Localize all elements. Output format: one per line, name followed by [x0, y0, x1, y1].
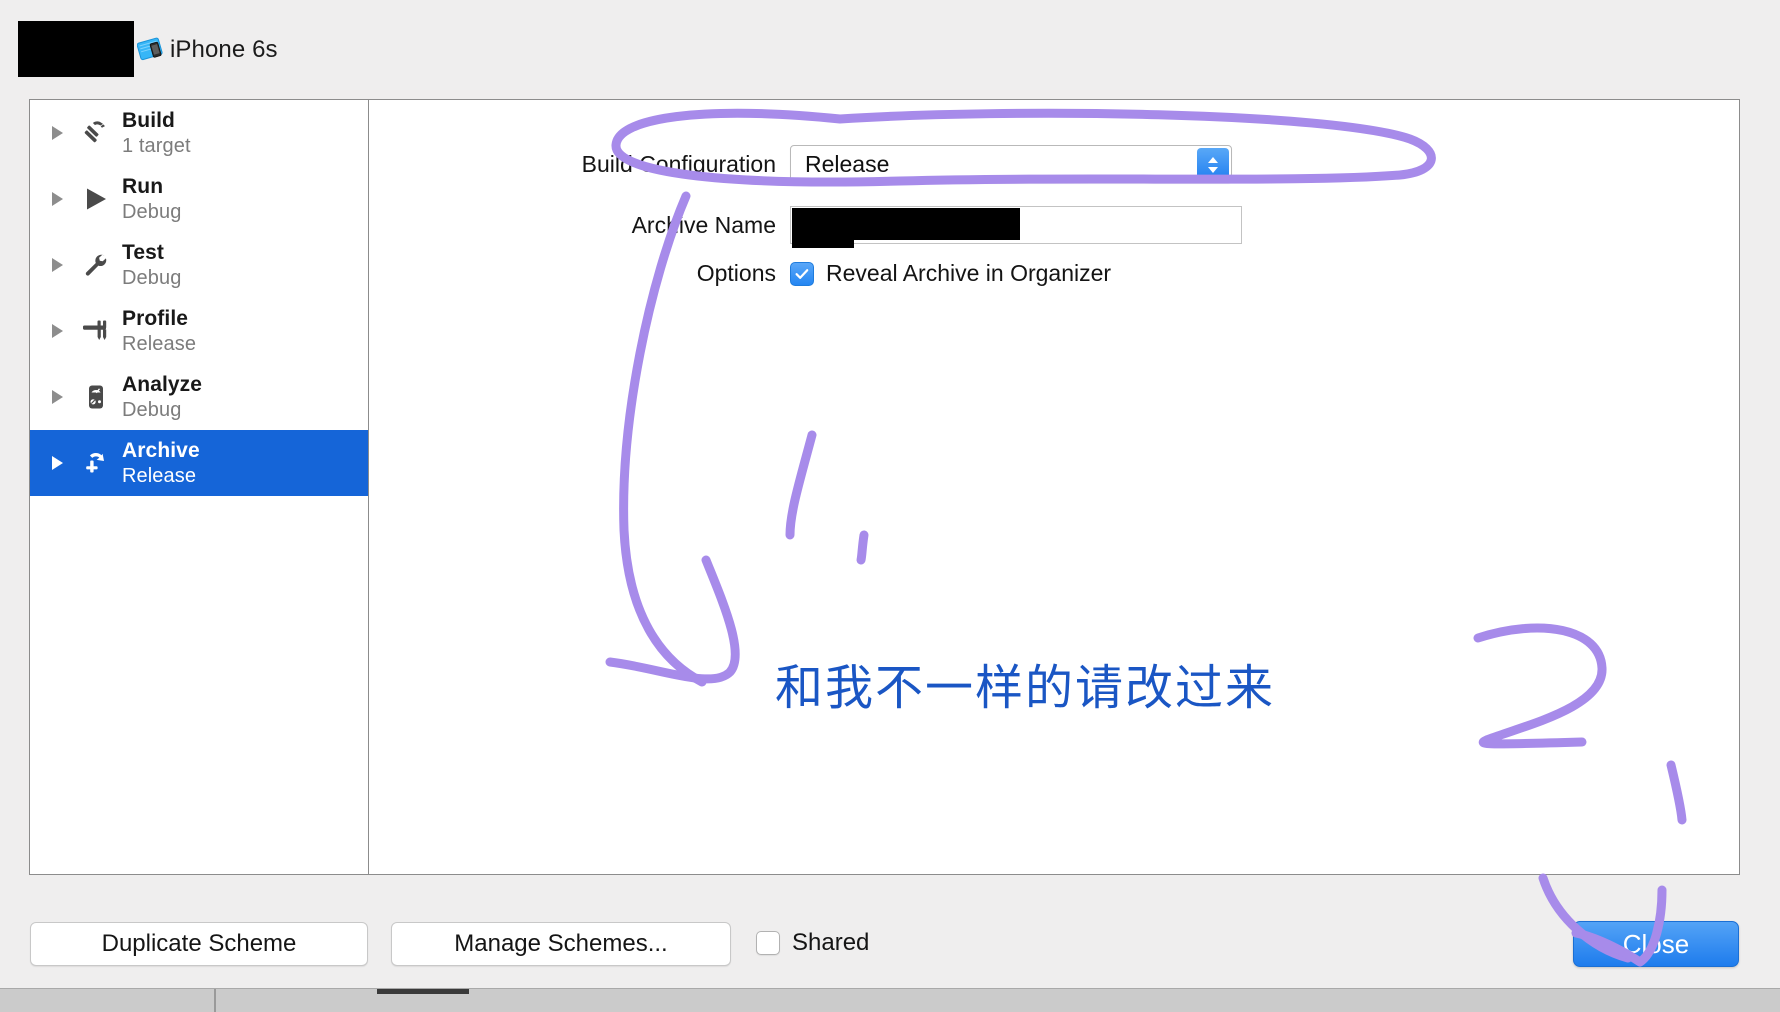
scheme-editor-panel: Build 1 target Run Debug Test Debug Prof… — [29, 99, 1740, 875]
build-configuration-select[interactable]: Release — [790, 145, 1232, 183]
sidebar-item-title: Build — [122, 108, 175, 132]
sidebar-item-run-text: Run Debug — [122, 174, 181, 225]
sidebar-item-build-text: Build 1 target — [122, 108, 191, 159]
shared-checkbox[interactable] — [756, 931, 780, 955]
archive-icon — [74, 447, 118, 479]
archive-name-redaction-block-2 — [792, 236, 854, 248]
close-button[interactable]: Close — [1573, 921, 1739, 967]
manage-schemes-button[interactable]: Manage Schemes... — [391, 922, 731, 966]
archive-name-label: Archive Name — [631, 211, 776, 238]
chevron-updown-icon[interactable] — [1197, 148, 1229, 181]
scheme-name-redaction-block — [18, 21, 134, 77]
sidebar-item-title: Test — [122, 240, 165, 264]
options-label: Options — [696, 260, 776, 286]
titlebar: iPhone 6s — [0, 0, 1780, 90]
titlebar-device-name: iPhone 6s — [170, 36, 278, 63]
strip-divider-left — [214, 989, 216, 1012]
build-configuration-row: Build Configuration Release — [370, 145, 1420, 183]
disclosure-triangle-test[interactable] — [52, 258, 74, 272]
shared-checkbox-label: Shared — [792, 929, 870, 956]
sidebar-item-profile-text: Profile Release — [122, 306, 196, 357]
sidebar-item-profile[interactable]: Profile Release — [30, 298, 368, 364]
archive-settings-form: Build Configuration Release Archive Name — [370, 100, 1739, 874]
handwritten-note-text: 和我不一样的请改过来 — [775, 660, 1276, 716]
strip-tab-mark — [377, 989, 469, 994]
calipers-icon — [74, 315, 118, 347]
options-row: Options Reveal Archive in Organizer — [370, 260, 1420, 287]
sidebar-item-title: Run — [122, 174, 164, 198]
disclosure-triangle-analyze[interactable] — [52, 390, 74, 404]
duplicate-scheme-button[interactable]: Duplicate Scheme — [30, 922, 368, 966]
sidebar-item-subtitle: Debug — [122, 398, 182, 421]
build-configuration-value: Release — [805, 150, 890, 177]
sidebar-item-archive-text: Archive Release — [122, 438, 200, 489]
scheme-actions-sidebar[interactable]: Build 1 target Run Debug Test Debug Prof… — [30, 100, 369, 874]
shared-checkbox-group[interactable]: Shared — [756, 929, 869, 957]
sidebar-item-analyze[interactable]: Analyze Debug — [30, 364, 368, 430]
reveal-archive-checkbox[interactable] — [790, 261, 814, 286]
sidebar-item-run[interactable]: Run Debug — [30, 166, 368, 232]
sidebar-item-title: Analyze — [122, 372, 203, 396]
sidebar-item-analyze-text: Analyze Debug — [122, 372, 202, 423]
sidebar-item-subtitle: Debug — [122, 266, 182, 289]
disclosure-triangle-run[interactable] — [52, 192, 74, 206]
disclosure-triangle-archive[interactable] — [52, 456, 74, 470]
reveal-archive-checkbox-label: Reveal Archive in Organizer — [826, 260, 1112, 286]
sidebar-item-test-text: Test Debug — [122, 240, 181, 291]
sidebar-item-subtitle: Debug — [122, 200, 182, 223]
sidebar-item-test[interactable]: Test Debug — [30, 232, 368, 298]
wrench-icon — [74, 249, 118, 281]
sidebar-item-title: Profile — [122, 306, 189, 330]
sidebar-item-subtitle: Release — [122, 332, 197, 355]
background-window-strip — [0, 988, 1780, 1012]
disclosure-triangle-profile[interactable] — [52, 324, 74, 338]
play-icon — [74, 183, 118, 215]
hammer-icon — [74, 117, 118, 149]
sidebar-item-subtitle: 1 target — [122, 134, 191, 157]
archive-name-input[interactable] — [790, 206, 1242, 248]
sidebar-item-subtitle: Release — [122, 464, 197, 487]
build-configuration-label: Build Configuration — [581, 150, 776, 177]
disclosure-triangle-build[interactable] — [52, 126, 74, 140]
sidebar-item-title: Archive — [122, 438, 200, 462]
archive-name-row: Archive Name — [370, 206, 1420, 248]
multimeter-icon — [74, 381, 118, 413]
sidebar-item-archive[interactable]: Archive Release — [30, 430, 368, 496]
xcode-scheme-editor-window: iPhone 6s Build 1 target Run Debug Test … — [0, 0, 1780, 1012]
sidebar-item-build[interactable]: Build 1 target — [30, 100, 368, 166]
iphone-device-icon — [136, 36, 165, 64]
